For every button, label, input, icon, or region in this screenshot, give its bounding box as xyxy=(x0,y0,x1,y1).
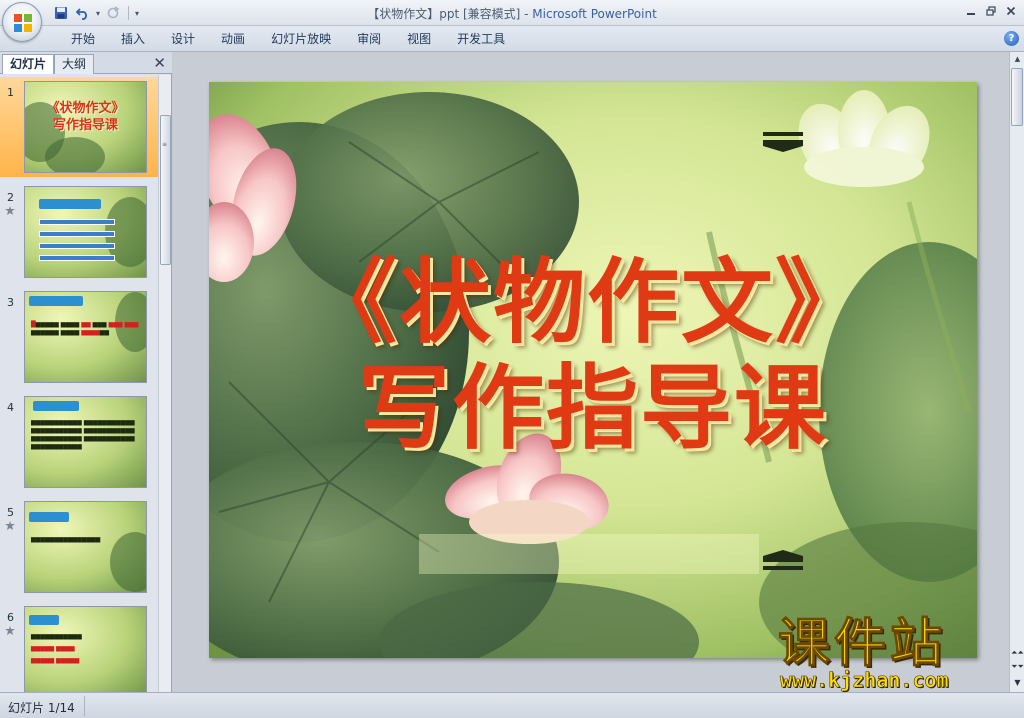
slide-editing-area: 《状物作文》 写作指导课 xyxy=(173,52,1009,692)
decorative-bracket-top-icon xyxy=(763,132,803,152)
slide-number: 4 xyxy=(7,401,14,414)
editor-scrollbar[interactable]: ▲ ⏶⏶ ⏷⏷ ▼ xyxy=(1009,52,1024,692)
tab-slide-show[interactable]: 幻灯片放映 xyxy=(258,31,344,49)
slide-thumbnail-2[interactable]: 2 xyxy=(0,182,158,282)
tab-insert[interactable]: 插入 xyxy=(108,31,158,49)
ribbon-tabs: 开始 插入 设计 动画 幻灯片放映 审阅 视图 开发工具 xyxy=(58,31,518,49)
decorative-bracket-bottom-icon xyxy=(763,550,803,570)
slide-indicator: 幻灯片 1/14 xyxy=(8,701,75,715)
slide-preview: ▆▆▆▆▆▆▆▆▆▆▆ ▆▆▆▆▆ ▆▆▆▆ ▆▆▆▆▆ ▆▆▆▆▆ xyxy=(24,606,147,692)
scroll-up-icon[interactable]: ▲ xyxy=(1010,52,1024,66)
slide-thumbnail-3[interactable]: 3 █▆▆▆▆▆ ▆▆▆▆ ▆▆ ▆▆▆ ▆▆▆ ▆▆▆ ▆▆▆▆▆▆ ▆▆▆▆… xyxy=(0,287,158,387)
application-name: Microsoft PowerPoint xyxy=(532,7,657,21)
slide-preview xyxy=(24,186,147,278)
slide-preview: 《状物作文》 写作指导课 xyxy=(24,81,147,173)
watermark-logo: 课件站 www.kjzhan.com xyxy=(777,614,1008,694)
office-logo-icon xyxy=(14,14,32,32)
next-slide-icon[interactable]: ⏷⏷ xyxy=(1010,660,1024,674)
ribbon: 开始 插入 设计 动画 幻灯片放映 审阅 视图 开发工具 ? xyxy=(0,26,1024,52)
animation-star-icon xyxy=(5,206,15,215)
slide-number: 1 xyxy=(7,86,14,99)
slide-thumbnail-1[interactable]: 1 《状物作文》 写作指导课 xyxy=(0,77,158,177)
status-separator xyxy=(84,696,85,716)
animation-star-icon xyxy=(5,626,15,635)
tab-review[interactable]: 审阅 xyxy=(344,31,394,49)
grip-icon: ≡ xyxy=(162,141,168,148)
watermark-url: www.kjzhan.com xyxy=(780,668,949,693)
tab-slides[interactable]: 幻灯片 xyxy=(2,54,55,74)
thumb-title: 《状物作文》 写作指导课 xyxy=(46,101,125,133)
tab-home[interactable]: 开始 xyxy=(58,31,108,49)
tab-developer[interactable]: 开发工具 xyxy=(444,31,518,49)
minimize-icon[interactable] xyxy=(962,3,980,19)
title-line-2: 写作指导课 xyxy=(357,355,828,462)
watermark-name: 课件站 xyxy=(777,614,947,674)
scroll-down-icon[interactable]: ▼ xyxy=(1010,676,1024,690)
tab-outline[interactable]: 大纲 xyxy=(54,54,95,74)
slide-thumbnail-4[interactable]: 4 ▆▆▆▆▆▆▆▆▆▆▆ ▆▆▆▆▆▆▆▆▆▆▆ ▆▆▆▆▆▆▆▆▆▆▆ ▆▆… xyxy=(0,392,158,492)
slides-pane: 幻灯片 大纲 ✕ 1 《状物作文》 写作指导课 2 3 █▆▆▆▆▆ ▆▆▆▆ … xyxy=(0,52,172,692)
slide-thumbnail-5[interactable]: 5 ▆▆▆▆▆▆▆▆▆▆▆▆▆▆▆ xyxy=(0,497,158,597)
window-controls xyxy=(962,3,1020,19)
pane-tabs: 幻灯片 大纲 ✕ xyxy=(0,52,172,74)
window-title: 【状物作文】ppt [兼容模式] - Microsoft PowerPoint xyxy=(0,5,1024,22)
slide-number: 5 xyxy=(7,506,14,519)
status-bar: 幻灯片 1/14 xyxy=(0,692,1024,718)
document-title: 【状物作文】ppt [兼容模式] - xyxy=(367,7,533,21)
office-button[interactable] xyxy=(2,2,42,42)
scrollbar-thumb[interactable] xyxy=(160,115,171,265)
title-bar: ▾ ▾ 【状物作文】ppt [兼容模式] - Microsoft PowerPo… xyxy=(0,0,1024,26)
slide-preview: █▆▆▆▆▆ ▆▆▆▆ ▆▆ ▆▆▆ ▆▆▆ ▆▆▆ ▆▆▆▆▆▆ ▆▆▆▆ ▆… xyxy=(24,291,147,383)
title-line-1: 《状物作文》 xyxy=(304,249,869,356)
subtitle-placeholder[interactable] xyxy=(419,534,759,574)
slide-title[interactable]: 《状物作文》 写作指导课 xyxy=(209,250,977,462)
close-pane-icon[interactable]: ✕ xyxy=(153,54,166,72)
restore-icon[interactable] xyxy=(982,3,1000,19)
tab-view[interactable]: 视图 xyxy=(394,31,444,49)
current-slide[interactable]: 《状物作文》 写作指导课 xyxy=(209,82,977,658)
slide-number: 6 xyxy=(7,611,14,624)
animation-star-icon xyxy=(5,521,15,530)
tab-animations[interactable]: 动画 xyxy=(208,31,258,49)
previous-slide-icon[interactable]: ⏶⏶ xyxy=(1010,646,1024,660)
slide-number: 3 xyxy=(7,296,14,309)
thumbnails-scrollbar[interactable]: ≡ xyxy=(158,75,171,692)
slide-thumbnail-6[interactable]: 6 ▆▆▆▆▆▆▆▆▆▆▆ ▆▆▆▆▆ ▆▆▆▆ ▆▆▆▆▆ ▆▆▆▆▆ xyxy=(0,602,158,692)
close-icon[interactable] xyxy=(1002,3,1020,19)
slide-number: 2 xyxy=(7,191,14,204)
slide-preview: ▆▆▆▆▆▆▆▆▆▆▆ ▆▆▆▆▆▆▆▆▆▆▆ ▆▆▆▆▆▆▆▆▆▆▆ ▆▆▆▆… xyxy=(24,396,147,488)
slide-preview: ▆▆▆▆▆▆▆▆▆▆▆▆▆▆▆ xyxy=(24,501,147,593)
tab-design[interactable]: 设计 xyxy=(158,31,208,49)
slide-thumbnails: 1 《状物作文》 写作指导课 2 3 █▆▆▆▆▆ ▆▆▆▆ ▆▆ ▆▆▆ ▆▆… xyxy=(0,75,158,692)
help-icon[interactable]: ? xyxy=(1004,31,1019,46)
scrollbar-thumb[interactable] xyxy=(1011,68,1023,126)
